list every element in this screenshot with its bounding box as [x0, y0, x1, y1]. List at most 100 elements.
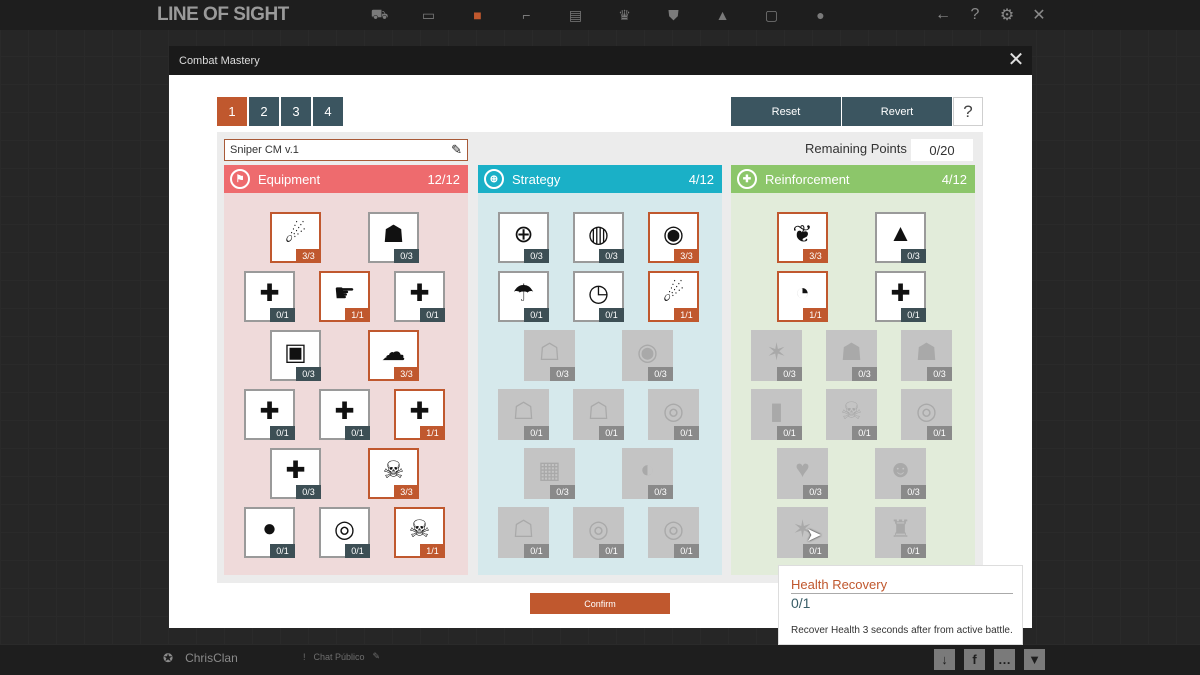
horn-icon: ◐: [640, 456, 655, 483]
page-tabs: 1234: [217, 97, 343, 126]
bottom-right-icons: ↓ f … ▼: [934, 649, 1045, 670]
skill-tile[interactable]: ◉ 0/3: [622, 330, 673, 381]
reinforcement-skill-grid: ❦ 3/3 ▲ 0/3 ◔ 1/1 ✚ 0/1 ✶ 0/3 ☗ 0/3 ☗ 0/3 ▮ 0/1 ☠ 0/1 ◎ 0/1…: [731, 193, 975, 575]
skill-points: 0/3: [394, 249, 419, 263]
skill-tile[interactable]: ▣ 0/3: [270, 330, 321, 381]
preset-name-field[interactable]: Sniper CM v.1 ✎: [224, 139, 468, 161]
arrow-down-icon[interactable]: ▼: [1024, 649, 1045, 670]
download-icon[interactable]: ↓: [934, 649, 955, 670]
equipment-title: Equipment: [258, 171, 321, 187]
camp-icon[interactable]: ▲: [698, 0, 747, 30]
grenade-icon: ●: [262, 515, 277, 542]
help-icon[interactable]: ?: [964, 6, 986, 24]
skill-tile[interactable]: ☗ 0/3: [368, 212, 419, 263]
skill-tile[interactable]: ☗ 0/3: [826, 330, 877, 381]
timed-device-icon: ▦: [538, 456, 561, 484]
skill-points: 1/1: [803, 308, 828, 322]
back-icon[interactable]: ←: [932, 6, 954, 24]
modal-title: Combat Mastery: [179, 54, 260, 67]
equipment-icon: ⚑: [230, 169, 250, 189]
clan-icon[interactable]: ⛊: [649, 0, 698, 30]
skill-tile[interactable]: ◍ 0/3: [573, 212, 624, 263]
skill-tile[interactable]: ◉ 3/3: [648, 212, 699, 263]
skill-tile[interactable]: ☂ 0/1: [498, 271, 549, 322]
skill-tile[interactable]: ☖ 0/1: [498, 389, 549, 440]
skill-tile[interactable]: ◎ 0/1: [901, 389, 952, 440]
skill-tile[interactable]: ☛ 1/1: [319, 271, 370, 322]
skill-tile[interactable]: ☗ 0/3: [901, 330, 952, 381]
skill-tile[interactable]: ◎ 0/1: [648, 507, 699, 558]
chat-bubble-icon[interactable]: …: [994, 649, 1015, 670]
page-tab-1[interactable]: 1: [217, 97, 247, 126]
skill-points: 1/1: [345, 308, 370, 322]
skill-tile[interactable]: ⊕ 0/3: [498, 212, 549, 263]
column-reinforcement: ✚ Reinforcement 4/12 ❦ 3/3 ▲ 0/3 ◔ 1/1 ✚ 0/1 ✶ 0/3 ☗ 0…: [731, 165, 975, 575]
skill-tile[interactable]: ✚ 0/1: [319, 389, 370, 440]
skill-tile[interactable]: ▮ 0/1: [751, 389, 802, 440]
clan-emblem-icon: ✪: [163, 651, 174, 665]
skill-tile[interactable]: ♜ 0/1: [875, 507, 926, 558]
clan-info[interactable]: ✪ ChrisClan: [163, 651, 238, 665]
skill-tile[interactable]: ☁ 3/3: [368, 330, 419, 381]
skill-tile[interactable]: ✚ 0/1: [244, 271, 295, 322]
pencil-icon[interactable]: ✎: [451, 142, 462, 158]
skill-tile[interactable]: ✚ 1/1: [394, 389, 445, 440]
gear-icon[interactable]: ▤: [551, 0, 600, 30]
strategy-header: ⊕ Strategy 4/12: [478, 165, 722, 193]
skill-tile[interactable]: ● 0/1: [244, 507, 295, 558]
skill-tile[interactable]: ◐ 0/3: [622, 448, 673, 499]
skill-points: 0/3: [550, 367, 575, 381]
skill-tile[interactable]: ☠ 3/3: [368, 448, 419, 499]
skill-tile[interactable]: ☠ 1/1: [394, 507, 445, 558]
trophy-icon[interactable]: ♛: [600, 0, 649, 30]
revert-button[interactable]: Revert: [842, 97, 952, 126]
skill-tile[interactable]: ❦ 3/3: [777, 212, 828, 263]
skill-tile[interactable]: ◎ 0/1: [319, 507, 370, 558]
skill-tile[interactable]: ☖ 0/3: [524, 330, 575, 381]
settings-icon[interactable]: ⚙: [996, 5, 1018, 25]
skill-points: 0/1: [345, 426, 370, 440]
skill-points: 0/3: [901, 249, 926, 263]
skill-tile[interactable]: ✚ 0/3: [270, 448, 321, 499]
skill-tile[interactable]: ◎ 0/1: [648, 389, 699, 440]
page-tab-4[interactable]: 4: [313, 97, 343, 126]
skill-tile[interactable]: ◷ 0/1: [573, 271, 624, 322]
reset-button[interactable]: Reset: [731, 97, 841, 126]
cart-icon[interactable]: ⛟: [355, 0, 404, 30]
skill-tile[interactable]: ✚ 0/1: [394, 271, 445, 322]
close-icon[interactable]: ✕: [1006, 50, 1026, 70]
action-buttons: Reset Revert ?: [731, 97, 983, 126]
help-button[interactable]: ?: [953, 97, 983, 126]
weapon-icon[interactable]: ⌐: [502, 0, 551, 30]
skill-tile[interactable]: ◎ 0/1: [573, 507, 624, 558]
bullet-rings-icon: ◎: [334, 515, 355, 543]
inventory-icon[interactable]: ▭: [404, 0, 453, 30]
box-icon[interactable]: ▢: [747, 0, 796, 30]
skill-tile[interactable]: ✶ 0/3: [751, 330, 802, 381]
mastery-icon[interactable]: ■: [453, 0, 502, 30]
skill-tile[interactable]: ◔ 1/1: [777, 271, 828, 322]
pin-icon[interactable]: ✎: [373, 651, 381, 662]
crosshair-soldier-icon: ⊕: [513, 220, 534, 248]
skill-tile[interactable]: ☖ 0/1: [573, 389, 624, 440]
skill-tile[interactable]: ☻ 0/3: [875, 448, 926, 499]
skill-tile[interactable]: ☄ 3/3: [270, 212, 321, 263]
skill-tile[interactable]: ☄ 1/1: [648, 271, 699, 322]
gas-mask-icon: ☻: [887, 456, 914, 483]
skill-tile[interactable]: ▲ 0/3: [875, 212, 926, 263]
close-icon[interactable]: ✕: [1028, 5, 1050, 25]
facebook-icon[interactable]: f: [964, 649, 985, 670]
confirm-button[interactable]: Confirm: [530, 593, 670, 614]
skill-tile[interactable]: ♥ 0/3: [777, 448, 828, 499]
skill-tile[interactable]: ☠ 0/1: [826, 389, 877, 440]
skill-tile[interactable]: ☖ 0/1: [498, 507, 549, 558]
skill-points: 1/1: [420, 544, 445, 558]
skill-tile[interactable]: ✚ 0/1: [244, 389, 295, 440]
chat-tab[interactable]: ! Chat Público ✎: [303, 651, 380, 662]
page-tab-2[interactable]: 2: [249, 97, 279, 126]
radar-sweep-icon: ◍: [588, 220, 609, 248]
skill-tile[interactable]: ✚ 0/1: [875, 271, 926, 322]
page-tab-3[interactable]: 3: [281, 97, 311, 126]
skill-tile[interactable]: ▦ 0/3: [524, 448, 575, 499]
hint-icon[interactable]: ●: [796, 0, 845, 30]
